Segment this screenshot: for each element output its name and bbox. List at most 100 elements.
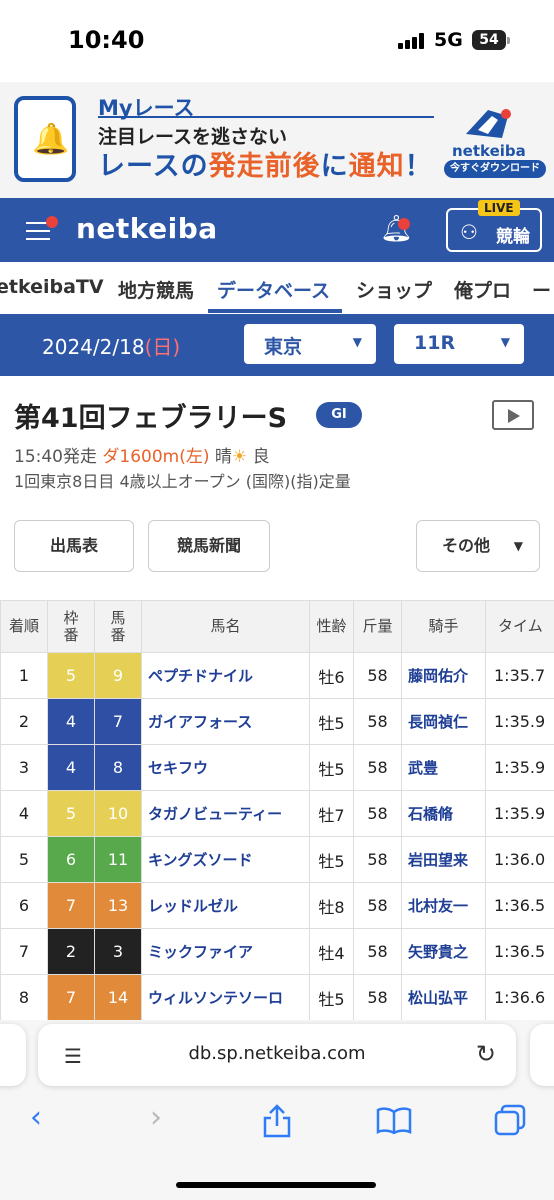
tabs-icon[interactable]: [494, 1104, 528, 1136]
weight-cell: 58: [353, 744, 402, 791]
bell-icon: 🔔: [32, 122, 70, 157]
weight-cell: 58: [353, 652, 402, 699]
header-weight[interactable]: 斤量: [353, 600, 402, 653]
horse-name-link[interactable]: ウィルソンテソーロ: [141, 974, 310, 1021]
jockey-link[interactable]: 藤岡佑介: [401, 652, 486, 699]
notification-bell-icon[interactable]: 🔔︎: [380, 214, 413, 244]
sun-icon: ☀: [231, 447, 248, 467]
sex-age-cell: 牡5: [309, 974, 354, 1021]
race-number-select[interactable]: 11R ▼: [394, 324, 524, 364]
table-row: 6 7 13 レッドルゼル 牡8 58 北村友一 1:36.5: [0, 882, 554, 929]
jockey-link[interactable]: 石橋脩: [401, 790, 486, 837]
caret-down-icon: ▼: [352, 335, 362, 349]
header-horse[interactable]: 馬名: [141, 600, 310, 653]
home-indicator: [176, 1182, 376, 1188]
table-header-row: 着順 枠番 馬番 馬名 性齢 斤量 騎手 タイム: [0, 600, 554, 653]
venue-select[interactable]: 東京 ▼: [244, 324, 376, 364]
pos-cell: 3: [0, 744, 48, 791]
video-icon[interactable]: [492, 400, 534, 430]
site-logo[interactable]: netkeiba: [76, 212, 218, 245]
tab-database[interactable]: データベース: [217, 276, 330, 303]
network-label: 5G: [434, 29, 463, 51]
tab-ore-pro[interactable]: 俺プロ: [454, 276, 511, 303]
tab-local-racing[interactable]: 地方競馬: [118, 276, 194, 303]
horse-name-link[interactable]: ペプチドナイル: [141, 652, 310, 699]
reload-icon[interactable]: ↻: [476, 1040, 496, 1068]
sex-age-cell: 牡6: [309, 652, 354, 699]
previous-tab-preview[interactable]: [0, 1024, 26, 1086]
entries-button[interactable]: 出馬表: [14, 520, 134, 572]
number-cell: 10: [94, 790, 142, 837]
header-frame[interactable]: 枠番: [47, 600, 95, 653]
tab-more[interactable]: ー: [532, 276, 551, 303]
signal-icon: [398, 33, 428, 49]
number-cell: 9: [94, 652, 142, 699]
race-conditions: 1回東京8日目 4歳以上オープン (国際)(指)定量: [14, 472, 351, 491]
time-cell: 1:35.9: [485, 698, 554, 745]
notification-dot: [46, 216, 58, 228]
pos-cell: 4: [0, 790, 48, 837]
share-icon[interactable]: [262, 1104, 292, 1138]
number-cell: 11: [94, 836, 142, 883]
horse-name-link[interactable]: セキフウ: [141, 744, 310, 791]
tab-shop[interactable]: ショップ: [356, 276, 432, 303]
url-text[interactable]: db.sp.netkeiba.com: [38, 1043, 516, 1064]
race-date: 2024/2/18(日): [42, 335, 181, 359]
number-cell: 8: [94, 744, 142, 791]
horse-name-link[interactable]: タガノビューティー: [141, 790, 310, 837]
header-sex-age[interactable]: 性齢: [309, 600, 354, 653]
header-number[interactable]: 馬番: [94, 600, 142, 653]
horse-name-link[interactable]: レッドルゼル: [141, 882, 310, 929]
weight-cell: 58: [353, 790, 402, 837]
caret-down-icon: ▼: [513, 539, 523, 553]
address-bar[interactable]: ☰ db.sp.netkeiba.com ↻: [38, 1024, 516, 1086]
table-row: 3 4 8 セキフウ 牡5 58 武豊 1:35.9: [0, 744, 554, 791]
pos-cell: 5: [0, 836, 48, 883]
keirin-live-button[interactable]: LIVE ⚇ 競輪: [446, 200, 542, 252]
battery-icon: 54: [472, 30, 510, 50]
pos-cell: 1: [0, 652, 48, 699]
newspaper-button[interactable]: 競馬新聞: [148, 520, 270, 572]
ad-divider: [98, 116, 434, 118]
header-position[interactable]: 着順: [0, 600, 48, 653]
header-jockey[interactable]: 騎手: [401, 600, 486, 653]
jockey-link[interactable]: 松山弘平: [401, 974, 486, 1021]
frame-cell: 4: [47, 744, 95, 791]
jockey-link[interactable]: 岩田望来: [401, 836, 486, 883]
other-dropdown[interactable]: その他 ▼: [416, 520, 540, 572]
time-cell: 1:35.9: [485, 744, 554, 791]
pos-cell: 7: [0, 928, 48, 975]
table-row: 8 7 14 ウィルソンテソーロ 牡5 58 松山弘平 1:36.6: [0, 974, 554, 1021]
jockey-link[interactable]: 武豊: [401, 744, 486, 791]
frame-cell: 4: [47, 698, 95, 745]
pos-cell: 8: [0, 974, 48, 1021]
header-time[interactable]: タイム: [485, 600, 554, 653]
grade-badge: GI: [316, 402, 362, 428]
sex-age-cell: 牡5: [309, 836, 354, 883]
frame-cell: 7: [47, 882, 95, 929]
back-icon[interactable]: ‹: [30, 1100, 42, 1135]
jockey-link[interactable]: 北村友一: [401, 882, 486, 929]
table-row: 1 5 9 ペプチドナイル 牡6 58 藤岡佑介 1:35.7: [0, 652, 554, 699]
live-badge: LIVE: [478, 200, 520, 216]
sex-age-cell: 牡4: [309, 928, 354, 975]
active-tab-indicator: [208, 309, 342, 313]
bookmarks-icon[interactable]: [376, 1106, 412, 1134]
time-cell: 1:35.9: [485, 790, 554, 837]
bicycle-icon: ⚇: [460, 220, 478, 244]
horse-name-link[interactable]: ミックファイア: [141, 928, 310, 975]
table-row: 5 6 11 キングズソード 牡5 58 岩田望来 1:36.0: [0, 836, 554, 883]
ad-download-button[interactable]: 今すぐダウンロード: [444, 160, 546, 178]
table-row: 4 5 10 タガノビューティー 牡7 58 石橋脩 1:35.9: [0, 790, 554, 837]
next-tab-preview[interactable]: [530, 1024, 554, 1086]
weight-cell: 58: [353, 882, 402, 929]
jockey-link[interactable]: 長岡禎仁: [401, 698, 486, 745]
time-cell: 1:36.0: [485, 836, 554, 883]
forward-icon[interactable]: ›: [150, 1100, 162, 1135]
horse-name-link[interactable]: ガイアフォース: [141, 698, 310, 745]
tab-netkeiba-tv[interactable]: etkeibaTV: [0, 276, 104, 298]
sex-age-cell: 牡8: [309, 882, 354, 929]
number-cell: 7: [94, 698, 142, 745]
horse-name-link[interactable]: キングズソード: [141, 836, 310, 883]
jockey-link[interactable]: 矢野貴之: [401, 928, 486, 975]
